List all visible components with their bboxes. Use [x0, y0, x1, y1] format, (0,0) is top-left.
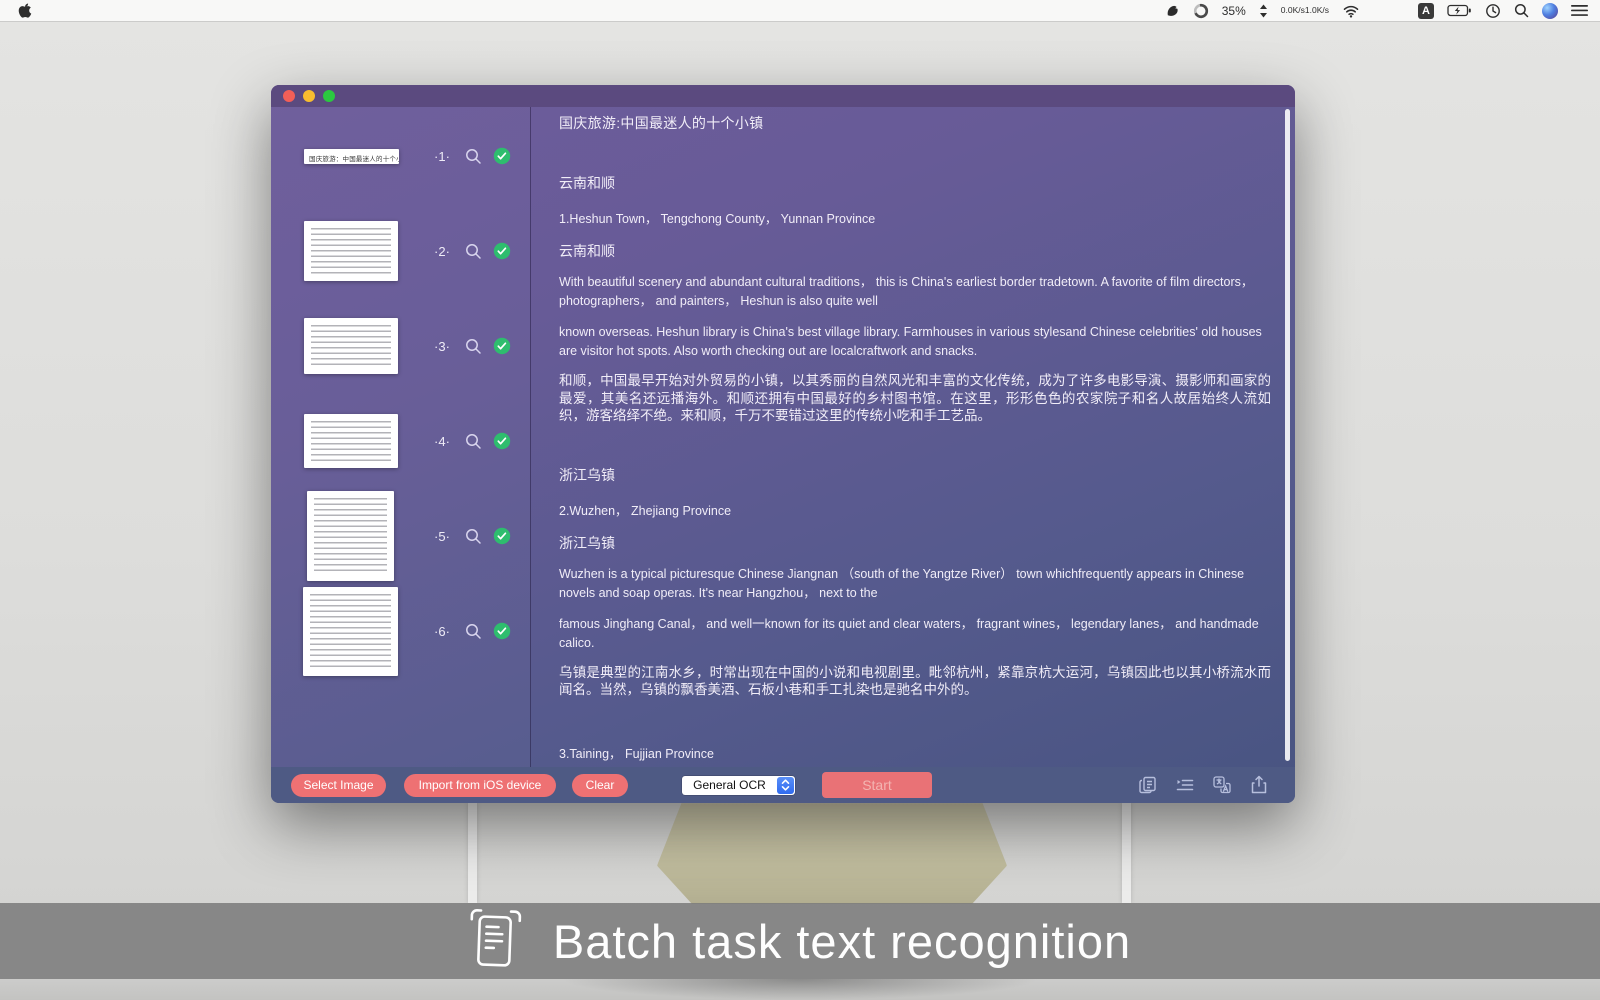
- easel-leg: [468, 803, 477, 903]
- image-4-meta: ·4·: [429, 431, 511, 451]
- ocr-line: 2.Wuzhen， Zhejiang Province: [559, 500, 1271, 519]
- image-thumbnail-4[interactable]: [304, 414, 398, 468]
- ocr-app-window: 国庆旅游：中国最迷人的十个小镇 ·1·: [271, 85, 1295, 803]
- ocr-paragraph-cn: 乌镇是典型的江南水乡，时常出现在中国的小说和电视剧里。毗邻杭州，紧靠京杭大运河，…: [559, 664, 1271, 699]
- caption-banner: Batch task text recognition: [0, 903, 1600, 979]
- preview-magnifier-icon[interactable]: [465, 338, 482, 355]
- clock-icon[interactable]: [1485, 3, 1501, 19]
- image-3-index: ·3·: [429, 339, 455, 354]
- thumbnail-text-lines: [311, 228, 391, 275]
- share-export-icon[interactable]: [1249, 775, 1269, 795]
- ocr-line: 1.Heshun Town， Tengchong County， Yunnan …: [559, 208, 1271, 227]
- ocr-line: 3.Taining， Fujjian Province: [559, 743, 1271, 762]
- scan-document-icon: [468, 908, 522, 975]
- ocr-paragraph: famous Jinghang Canal， and well一known fo…: [559, 615, 1271, 653]
- minimize-window-button[interactable]: [303, 90, 315, 102]
- thumbnail-text-lines: [314, 498, 387, 575]
- recognized-check-icon: [493, 337, 511, 355]
- updown-arrows-icon[interactable]: [1259, 4, 1268, 18]
- import-ios-button[interactable]: Import from iOS device: [404, 774, 556, 797]
- easel-canvas: [657, 803, 1007, 904]
- translate-icon[interactable]: [1212, 775, 1232, 795]
- ocr-doc-title: 国庆旅游:中国最迷人的十个小镇: [559, 113, 1271, 133]
- ocr-paragraph: Wuzhen is a typical picturesque Chinese …: [559, 565, 1271, 603]
- network-speed-text[interactable]: 0.0K/s 1.0K/s: [1281, 6, 1329, 16]
- close-window-button[interactable]: [283, 90, 295, 102]
- ocr-paragraph: known overseas. Heshun library is China'…: [559, 323, 1271, 361]
- apple-menu-icon[interactable]: [18, 2, 32, 19]
- ocr-paragraph-cn: 和顺，中国最早开始对外贸易的小镇，以其秀丽的自然风光和丰富的文化传统，成为了许多…: [559, 372, 1271, 425]
- ocr-heading: 云南和顺: [559, 241, 1271, 261]
- status-app-icon[interactable]: [1165, 3, 1180, 18]
- easel-leg: [1122, 803, 1131, 903]
- image-3-meta: ·3·: [429, 336, 511, 356]
- thumbnail-text-lines: [310, 594, 391, 670]
- select-image-button[interactable]: Select Image: [291, 774, 386, 797]
- image-thumbnail-1[interactable]: 国庆旅游：中国最迷人的十个小镇: [304, 149, 399, 164]
- thumbnail-text-lines: [311, 421, 391, 462]
- notification-list-icon[interactable]: [1571, 4, 1588, 17]
- image-thumbnail-6[interactable]: [303, 587, 398, 676]
- battery-percent-text[interactable]: 35%: [1222, 4, 1246, 18]
- assistant-sphere-icon[interactable]: [1542, 3, 1558, 19]
- thumbnail-1-text: 国庆旅游：中国最迷人的十个小镇: [304, 149, 399, 163]
- image-2-index: ·2·: [429, 244, 455, 259]
- image-list-sidebar: 国庆旅游：中国最迷人的十个小镇 ·1·: [271, 107, 531, 767]
- input-source-badge[interactable]: A: [1418, 3, 1434, 19]
- net-up-text: 0.0K/s: [1281, 6, 1305, 16]
- ocr-heading: 浙江乌镇: [559, 533, 1271, 553]
- ocr-result-pane: 国庆旅游:中国最迷人的十个小镇 云南和顺 1.Heshun Town， Teng…: [531, 107, 1295, 767]
- battery-icon[interactable]: [1447, 4, 1472, 17]
- clear-button[interactable]: Clear: [572, 774, 628, 797]
- caption-text: Batch task text recognition: [553, 914, 1131, 969]
- spotlight-search-icon[interactable]: [1514, 3, 1529, 18]
- image-thumbnail-2[interactable]: [304, 221, 398, 281]
- ocr-paragraph: With beautiful scenery and abundant cult…: [559, 273, 1271, 311]
- image-thumbnail-5[interactable]: [307, 491, 394, 581]
- preview-magnifier-icon[interactable]: [465, 528, 482, 545]
- loading-ring-icon[interactable]: [1193, 3, 1209, 19]
- image-6-meta: ·6·: [429, 621, 511, 641]
- recognized-check-icon: [493, 242, 511, 260]
- image-1-index: ·1·: [429, 149, 455, 164]
- recognized-check-icon: [493, 147, 511, 165]
- ocr-mode-value: General OCR: [682, 778, 777, 792]
- zoom-window-button[interactable]: [323, 90, 335, 102]
- text-scrollbar[interactable]: [1285, 109, 1290, 761]
- preview-magnifier-icon[interactable]: [465, 148, 482, 165]
- image-5-index: ·5·: [429, 529, 455, 544]
- image-thumbnail-3[interactable]: [304, 318, 398, 374]
- image-1-meta: ·1·: [429, 146, 511, 166]
- ocr-heading: 云南和顺: [559, 173, 1271, 193]
- desktop-background: 35% 0.0K/s 1.0K/s A: [0, 0, 1600, 1000]
- preview-magnifier-icon[interactable]: [465, 623, 482, 640]
- ocr-heading: 浙江乌镇: [559, 465, 1271, 485]
- dropdown-stepper-icon: [777, 777, 794, 794]
- net-down-text: 1.0K/s: [1305, 6, 1329, 16]
- recognized-check-icon: [493, 432, 511, 450]
- list-view-icon[interactable]: [1175, 775, 1195, 795]
- toolbar-icon-group: [1138, 775, 1269, 795]
- recognized-check-icon: [493, 622, 511, 640]
- start-button[interactable]: Start: [822, 772, 932, 798]
- image-5-meta: ·5·: [429, 526, 511, 546]
- copy-text-icon[interactable]: [1138, 775, 1158, 795]
- image-4-index: ·4·: [429, 434, 455, 449]
- bottom-toolbar: Select Image Import from iOS device Clea…: [271, 767, 1295, 803]
- floor-shadow: [560, 979, 1040, 1000]
- recognized-check-icon: [493, 527, 511, 545]
- window-titlebar[interactable]: [271, 85, 1295, 107]
- thumbnail-text-lines: [311, 325, 391, 368]
- menu-bar: 35% 0.0K/s 1.0K/s A: [0, 0, 1600, 22]
- image-2-meta: ·2·: [429, 241, 511, 261]
- image-6-index: ·6·: [429, 624, 455, 639]
- window-content: 国庆旅游：中国最迷人的十个小镇 ·1·: [271, 107, 1295, 767]
- preview-magnifier-icon[interactable]: [465, 243, 482, 260]
- wifi-icon[interactable]: [1342, 4, 1360, 18]
- ocr-mode-dropdown[interactable]: General OCR: [682, 776, 795, 795]
- preview-magnifier-icon[interactable]: [465, 433, 482, 450]
